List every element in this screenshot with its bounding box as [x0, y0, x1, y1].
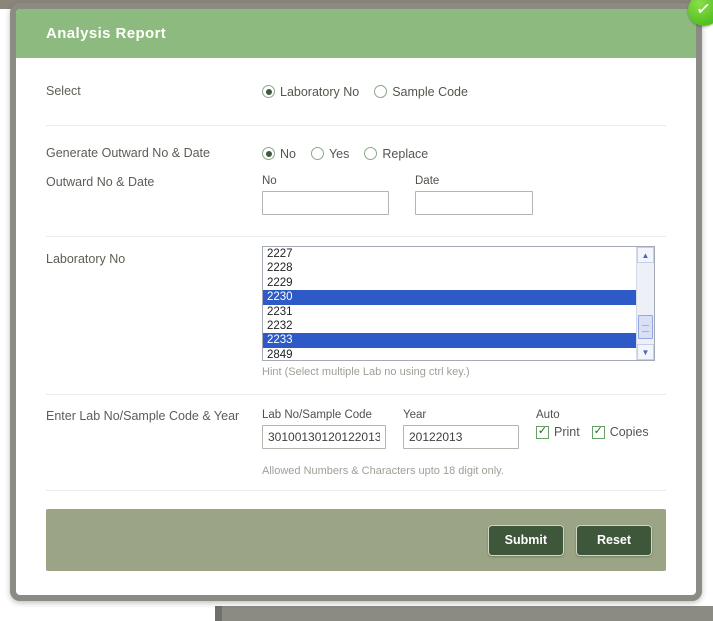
listbox-option[interactable]: 2227: [263, 247, 636, 261]
listbox-option[interactable]: 2230: [263, 290, 636, 304]
radio-circle-icon: [262, 147, 275, 160]
radio-label: No: [280, 147, 296, 161]
listbox-option[interactable]: 2231: [263, 305, 636, 319]
laboratory-no-row: Laboratory No 22272228222922302231223222…: [46, 237, 666, 394]
analysis-report-dialog: Analysis Report Select Laboratory No Sam…: [10, 3, 702, 601]
listbox-option[interactable]: 2233: [263, 333, 636, 347]
submit-button[interactable]: Submit: [488, 525, 564, 556]
allowed-characters-hint: Allowed Numbers & Characters upto 18 dig…: [262, 465, 661, 477]
outward-date-field-label: Date: [415, 175, 533, 187]
radio-replace[interactable]: Replace: [364, 147, 428, 161]
enter-lab-fields: Lab No/Sample Code Year Auto Print: [262, 409, 661, 477]
lab-code-field-label: Lab No/Sample Code: [262, 409, 386, 421]
year-field-label: Year: [403, 409, 519, 421]
outward-no-input[interactable]: [262, 191, 389, 215]
radio-circle-icon: [364, 147, 377, 160]
year-input[interactable]: [403, 425, 519, 449]
listbox-option[interactable]: 2232: [263, 319, 636, 333]
auto-checkbox-row: Print Copies: [536, 425, 661, 439]
checkbox-label: Print: [554, 425, 580, 439]
divider: [46, 490, 666, 491]
listbox-scrollbar[interactable]: ▲ ▼: [636, 247, 654, 360]
outward-date-input[interactable]: [415, 191, 533, 215]
radio-label: Replace: [382, 147, 428, 161]
auto-group: Auto Print Copies: [536, 409, 661, 439]
print-checkbox[interactable]: Print: [536, 425, 580, 439]
lab-code-input[interactable]: [262, 425, 386, 449]
background-page-bottom-bar: [215, 606, 713, 621]
outward-no-group: No: [262, 175, 389, 215]
generate-outward-label: Generate Outward No & Date: [46, 146, 262, 161]
radio-circle-icon: [311, 147, 324, 160]
radio-no[interactable]: No: [262, 147, 296, 161]
reset-button[interactable]: Reset: [576, 525, 652, 556]
background-page-bottom-bar-edge: [215, 606, 222, 621]
check-icon: ✓: [695, 0, 713, 20]
outward-no-date-row: Outward No & Date No Date: [46, 161, 666, 236]
lab-code-group: Lab No/Sample Code: [262, 409, 386, 449]
laboratory-no-label: Laboratory No: [46, 246, 262, 267]
outward-no-date-label: Outward No & Date: [46, 175, 262, 190]
select-label: Select: [46, 84, 262, 99]
listbox-option[interactable]: 2228: [263, 261, 636, 275]
checkbox-label: Copies: [610, 425, 649, 439]
enter-lab-label: Enter Lab No/Sample Code & Year: [46, 409, 246, 424]
checkbox-icon: [592, 426, 605, 439]
checkbox-icon: [536, 426, 549, 439]
footer-bar: Submit Reset: [46, 509, 666, 571]
radio-label: Sample Code: [392, 85, 468, 99]
dialog-title: Analysis Report: [46, 25, 166, 42]
outward-no-field-label: No: [262, 175, 389, 187]
listbox-option[interactable]: 2229: [263, 276, 636, 290]
scroll-up-icon[interactable]: ▲: [637, 247, 654, 263]
laboratory-listbox[interactable]: 22272228222922302231223222332849 ▲ ▼: [262, 246, 655, 361]
scrollbar-thumb[interactable]: [638, 315, 653, 339]
laboratory-listbox-wrap: 22272228222922302231223222332849 ▲ ▼ Hin…: [262, 246, 655, 378]
laboratory-hint: Hint (Select multiple Lab no using ctrl …: [262, 366, 655, 378]
outward-date-group: Date: [415, 175, 533, 215]
listbox-option[interactable]: 2849: [263, 348, 636, 360]
radio-label: Laboratory No: [280, 85, 359, 99]
radio-sample-code[interactable]: Sample Code: [374, 85, 468, 99]
radio-laboratory-no[interactable]: Laboratory No: [262, 85, 359, 99]
year-group: Year: [403, 409, 519, 449]
dialog-content: Select Laboratory No Sample Code Generat…: [16, 58, 696, 571]
select-radio-group: Laboratory No Sample Code: [262, 85, 483, 99]
enter-lab-row: Enter Lab No/Sample Code & Year Lab No/S…: [46, 395, 666, 490]
radio-circle-icon: [374, 85, 387, 98]
listbox-options: 22272228222922302231223222332849: [263, 247, 636, 360]
select-row: Select Laboratory No Sample Code: [46, 58, 666, 125]
radio-circle-icon: [262, 85, 275, 98]
radio-yes[interactable]: Yes: [311, 147, 349, 161]
copies-checkbox[interactable]: Copies: [592, 425, 649, 439]
dialog-header: Analysis Report: [16, 9, 696, 58]
auto-label: Auto: [536, 409, 661, 421]
generate-radio-group: No Yes Replace: [262, 147, 443, 161]
generate-outward-row: Generate Outward No & Date No Yes Replac…: [46, 126, 666, 161]
radio-label: Yes: [329, 147, 349, 161]
scroll-down-icon[interactable]: ▼: [637, 344, 654, 360]
